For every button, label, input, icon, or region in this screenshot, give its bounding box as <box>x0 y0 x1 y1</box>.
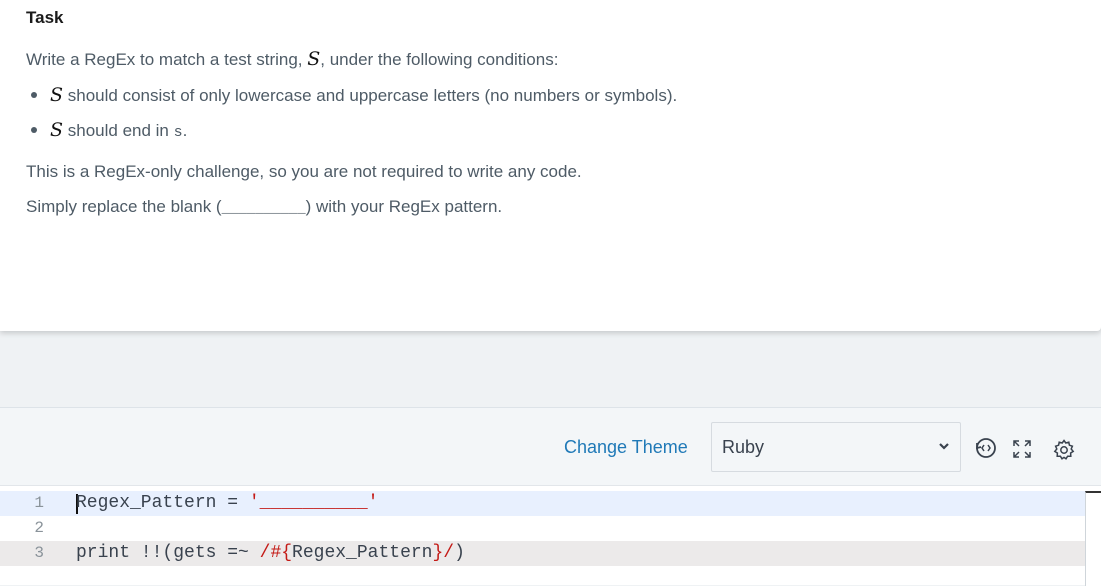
code-line[interactable]: 3 print !!(gets =~ /#{Regex_Pattern}/) <box>0 541 1085 566</box>
bullet-icon <box>31 92 37 98</box>
task-paragraph: This is a RegEx-only challenge, so you a… <box>26 162 582 181</box>
task-intro-text: Write a RegEx to match a test string, <box>26 50 308 69</box>
condition-item: S should end in s. <box>26 119 677 154</box>
code-text: print !!(gets =~ /#{Regex_Pattern}/) <box>76 541 465 566</box>
code-area[interactable]: 1 Regex_Pattern = '__________' 2 3 print… <box>0 486 1101 586</box>
code-line[interactable]: 1 Regex_Pattern = '__________' <box>0 491 1085 516</box>
code-token-string: '__________' <box>248 493 379 513</box>
editor-scrollbar[interactable] <box>1085 491 1101 586</box>
code-token-string: /#{ <box>259 543 293 563</box>
fullscreen-icon[interactable] <box>1012 439 1032 464</box>
restore-icon[interactable] <box>974 436 998 465</box>
blank-placeholder: __________ <box>221 201 306 217</box>
language-select[interactable]: Ruby <box>711 422 961 472</box>
inline-code: s <box>173 124 183 141</box>
code-token: print !!(gets =~ <box>76 543 260 563</box>
problem-statement: Task Write a RegEx to match a test strin… <box>0 0 1101 331</box>
line-number: 2 <box>34 519 44 537</box>
code-editor: Change Theme Ruby 1 Regex_Pattern = '___… <box>0 407 1101 586</box>
code-token-string: }/ <box>432 543 455 563</box>
task-paragraph-text: Simply replace the blank ( <box>26 197 222 216</box>
line-number: 3 <box>34 544 44 562</box>
language-selected-value: Ruby <box>722 437 765 457</box>
task-intro: Write a RegEx to match a test string, S,… <box>26 48 558 71</box>
variable-s: S <box>50 84 64 106</box>
code-line[interactable]: 2 <box>0 516 1085 541</box>
line-number: 1 <box>34 494 44 512</box>
task-paragraph: Simply replace the blank (__________) wi… <box>26 196 502 220</box>
condition-text: should consist of only lowercase and upp… <box>63 86 678 105</box>
conditions-list: S should consist of only lowercase and u… <box>26 84 677 154</box>
variable-s: S <box>50 119 64 141</box>
task-intro-text-end: , under the following conditions: <box>320 50 559 69</box>
code-token: Regex_Pattern <box>292 543 433 563</box>
task-heading: Task <box>26 8 64 27</box>
settings-icon[interactable] <box>1053 439 1075 466</box>
code-token: Regex_Pattern <box>76 493 217 513</box>
condition-item: S should consist of only lowercase and u… <box>26 84 677 119</box>
code-text: Regex_Pattern = '__________' <box>76 491 378 516</box>
condition-text: should end in <box>63 121 174 140</box>
code-token: = <box>216 493 249 513</box>
bullet-icon <box>31 127 37 133</box>
code-token: ) <box>454 543 465 563</box>
editor-toolbar: Change Theme Ruby <box>0 408 1101 486</box>
condition-text-end: . <box>182 121 188 140</box>
task-paragraph-text-end: ) with your RegEx pattern. <box>305 197 503 216</box>
change-theme-link[interactable]: Change Theme <box>564 437 688 458</box>
variable-s: S <box>307 48 321 70</box>
chevron-down-icon <box>938 439 950 457</box>
